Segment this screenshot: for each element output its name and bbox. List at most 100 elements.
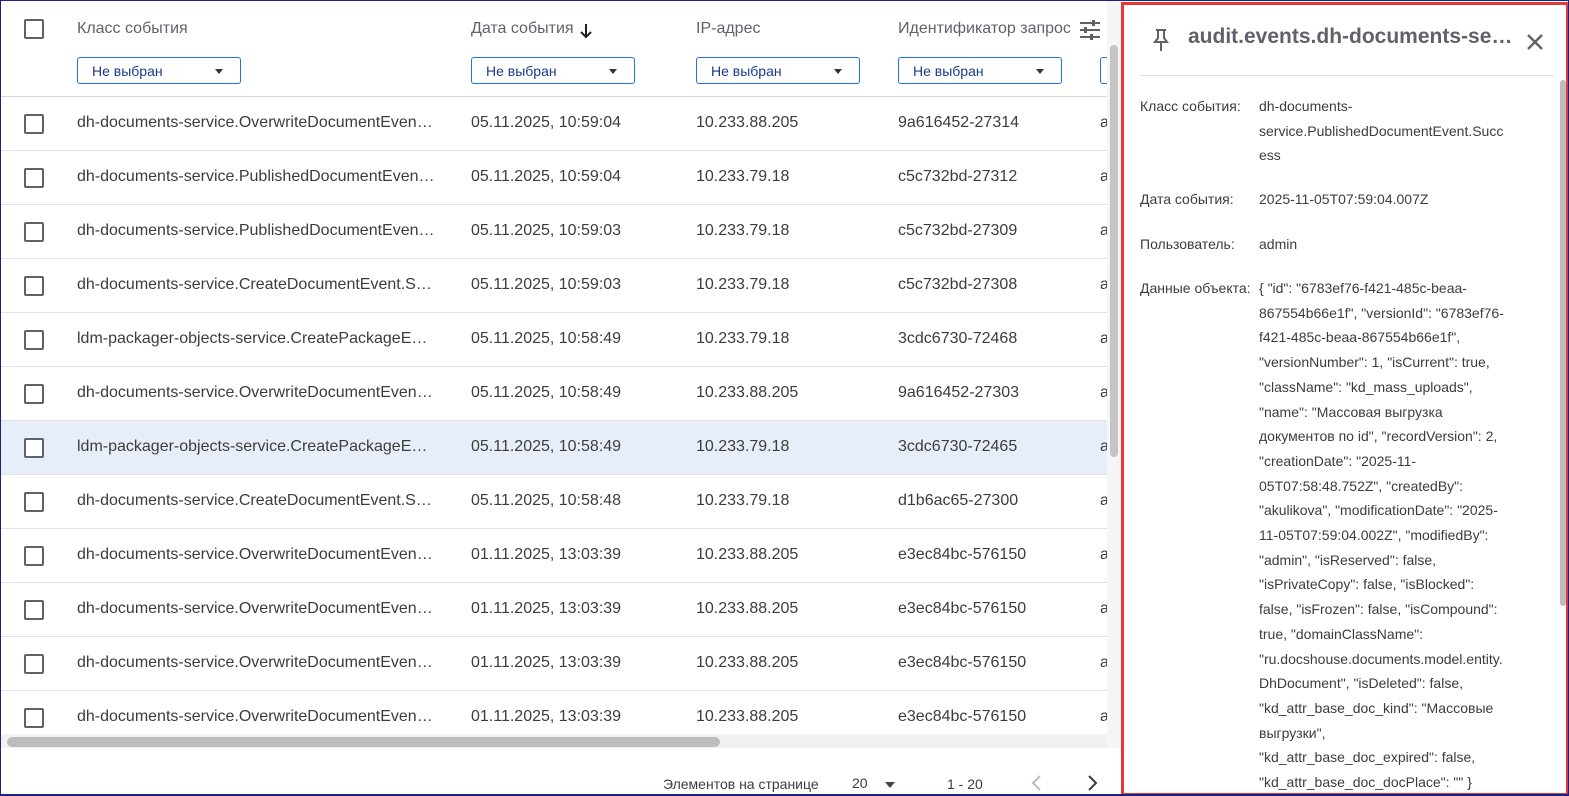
panel-divider <box>1140 75 1554 76</box>
event-class-cell: dh-documents-service.PublishedDocumentEv… <box>77 168 435 185</box>
event-date-cell: 05.11.2025, 10:59:04 <box>471 168 622 185</box>
table-row[interactable]: ldm-packager-objects-service.CreatePacka… <box>1 421 1107 475</box>
ip-cell: 10.233.79.18 <box>696 330 790 347</box>
prop-value-object-data: { "id": "6783ef76-f421-485c-beaa-867554b… <box>1259 280 1504 791</box>
request-id-cell: 9a616452-27314 <box>898 114 1020 131</box>
row-checkbox[interactable] <box>24 600 44 620</box>
row-checkbox[interactable] <box>24 330 44 350</box>
event-date-cell: 01.11.2025, 13:03:39 <box>471 654 622 671</box>
request-id-cell: e3ec84bc-576150 <box>898 708 1027 725</box>
table-row[interactable]: dh-documents-service.OverwriteDocumentEv… <box>1 583 1107 637</box>
filter-event-date[interactable]: Не выбран <box>471 57 635 84</box>
next-page-icon[interactable] <box>1083 773 1101 793</box>
row-checkbox[interactable] <box>24 708 44 728</box>
panel-scrollbar-thumb[interactable] <box>1560 80 1566 606</box>
next-column-cell: a <box>1100 600 1107 618</box>
table-row[interactable]: dh-documents-service.OverwriteDocumentEv… <box>1 529 1107 583</box>
events-table: Класс события Не выбран Дата события Не … <box>1 1 1107 794</box>
next-column-cell: a <box>1100 438 1107 456</box>
horizontal-scrollbar-thumb[interactable] <box>7 737 720 747</box>
row-checkbox[interactable] <box>24 492 44 512</box>
request-id-cell: e3ec84bc-576150 <box>898 600 1027 617</box>
event-class-cell: dh-documents-service.PublishedDocumentEv… <box>77 222 435 239</box>
event-class-cell: dh-documents-service.CreateDocumentEvent… <box>77 276 435 293</box>
row-checkbox[interactable] <box>24 546 44 566</box>
page-size-select[interactable]: 20 <box>852 775 868 791</box>
column-header-event-class[interactable]: Класс события <box>77 20 188 38</box>
filter-next-clip <box>1100 57 1107 85</box>
filter-request-id-value: Не выбран <box>913 63 984 79</box>
next-column-cell: a <box>1100 384 1107 402</box>
app-frame: Класс события Не выбран Дата события Не … <box>0 0 1569 796</box>
column-header-request-id[interactable]: Идентификатор запроса <box>898 20 1070 38</box>
event-class-cell: dh-documents-service.CreateDocumentEvent… <box>77 492 435 509</box>
row-checkbox[interactable] <box>24 114 44 134</box>
table-row[interactable]: dh-documents-service.PublishedDocumentEv… <box>1 205 1107 259</box>
table-row[interactable]: dh-documents-service.OverwriteDocumentEv… <box>1 97 1107 151</box>
event-date-cell: 01.11.2025, 13:03:39 <box>471 708 622 725</box>
filter-ip-value: Не выбран <box>711 63 782 79</box>
prop-value-event-date: 2025-11-05T07:59:04.007Z <box>1259 191 1429 207</box>
paginator: Элементов на странице 20 1 - 20 <box>1 761 1121 794</box>
request-id-cell: d1b6ac65-27300 <box>898 492 1019 509</box>
column-header-ip[interactable]: IP-адрес <box>696 20 760 38</box>
row-checkbox[interactable] <box>24 654 44 674</box>
vertical-scrollbar-thumb[interactable] <box>1110 45 1118 457</box>
table-row[interactable]: dh-documents-service.PublishedDocumentEv… <box>1 151 1107 205</box>
table-row[interactable]: dh-documents-service.OverwriteDocumentEv… <box>1 367 1107 421</box>
column-settings-icon[interactable] <box>1078 18 1102 42</box>
event-class-cell: dh-documents-service.OverwriteDocumentEv… <box>77 384 435 401</box>
filter-event-class[interactable]: Не выбран <box>77 57 241 84</box>
prop-label-user: Пользователь: <box>1140 236 1235 252</box>
chevron-down-icon <box>609 69 617 74</box>
filter-request-id[interactable]: Не выбран <box>898 57 1062 84</box>
next-column-cell: a <box>1100 708 1107 726</box>
request-id-cell: 3cdc6730-72465 <box>898 438 1018 455</box>
column-header-request-id-clip: Идентификатор запроса <box>898 1 1070 51</box>
event-date-cell: 05.11.2025, 10:59:03 <box>471 222 622 239</box>
pin-icon[interactable] <box>1150 27 1172 53</box>
ip-cell: 10.233.88.205 <box>696 654 799 671</box>
table-row[interactable]: dh-documents-service.CreateDocumentEvent… <box>1 259 1107 313</box>
ip-cell: 10.233.88.205 <box>696 114 799 131</box>
event-class-cell: dh-documents-service.OverwriteDocumentEv… <box>77 114 435 131</box>
event-date-cell: 05.11.2025, 10:58:49 <box>471 384 622 401</box>
event-class-cell: dh-documents-service.OverwriteDocumentEv… <box>77 708 435 725</box>
filter-next-column[interactable] <box>1100 57 1107 84</box>
row-checkbox[interactable] <box>24 276 44 296</box>
event-date-cell: 05.11.2025, 10:58:49 <box>471 330 622 347</box>
filter-ip[interactable]: Не выбран <box>696 57 860 84</box>
row-checkbox[interactable] <box>24 222 44 242</box>
next-column-cell: a <box>1100 330 1107 348</box>
page-size-dropdown-icon[interactable] <box>885 782 895 788</box>
event-details-panel: audit.events.dh-documents-service Класс … <box>1121 2 1568 794</box>
table-row[interactable]: dh-documents-service.OverwriteDocumentEv… <box>1 637 1107 691</box>
previous-page-icon[interactable] <box>1028 773 1046 793</box>
request-id-cell: c5c732bd-27308 <box>898 276 1018 293</box>
sort-desc-icon[interactable] <box>579 23 593 39</box>
prop-value-user: admin <box>1259 236 1298 252</box>
page-range: 1 - 20 <box>947 776 983 792</box>
table-row[interactable]: ldm-packager-objects-service.CreatePacka… <box>1 313 1107 367</box>
select-all-checkbox[interactable] <box>24 19 44 39</box>
ip-cell: 10.233.79.18 <box>696 276 790 293</box>
next-column-cell: a <box>1100 546 1107 564</box>
request-id-cell: c5c732bd-27312 <box>898 168 1018 185</box>
table-row[interactable]: dh-documents-service.CreateDocumentEvent… <box>1 475 1107 529</box>
ip-cell: 10.233.88.205 <box>696 546 799 563</box>
row-checkbox[interactable] <box>24 168 44 188</box>
next-column-cell: a <box>1100 654 1107 672</box>
event-class-cell: dh-documents-service.OverwriteDocumentEv… <box>77 546 435 563</box>
filter-event-class-value: Не выбран <box>92 63 163 79</box>
close-icon[interactable] <box>1522 29 1548 55</box>
row-checkbox[interactable] <box>24 438 44 458</box>
column-header-event-date[interactable]: Дата события <box>471 20 574 38</box>
prop-label-event-date: Дата события: <box>1140 191 1234 207</box>
chevron-down-icon <box>834 69 842 74</box>
row-checkbox[interactable] <box>24 384 44 404</box>
request-id-cell: 9a616452-27303 <box>898 384 1020 401</box>
next-column-cell: a <box>1100 492 1107 510</box>
event-class-cell: ldm-packager-objects-service.CreatePacka… <box>77 330 435 347</box>
event-date-cell: 05.11.2025, 10:59:03 <box>471 276 622 293</box>
request-id-cell: c5c732bd-27309 <box>898 222 1018 239</box>
